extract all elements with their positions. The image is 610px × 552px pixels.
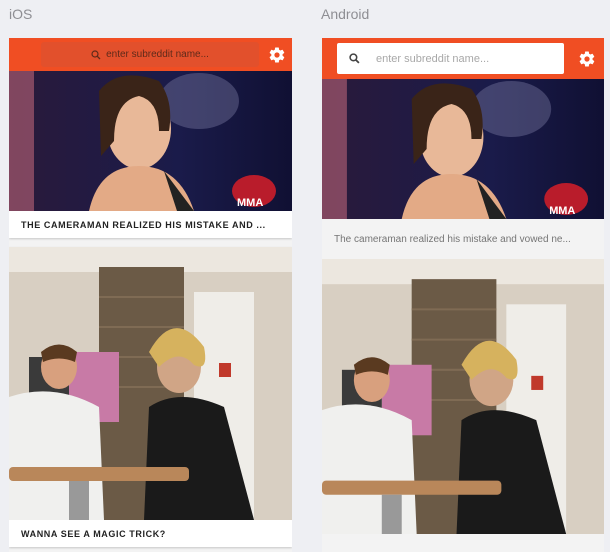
gear-icon — [579, 50, 595, 67]
post-title: WANNA SEE A MAGIC TRICK? — [9, 520, 292, 547]
android-post-card[interactable]: MMA The cameraman realized his mistake a… — [322, 79, 604, 259]
post-title: THE CAMERAMAN REALIZED HIS MISTAKE AND .… — [9, 211, 292, 238]
ios-settings-button[interactable] — [262, 38, 292, 71]
android-app-screen: enter subreddit name... MMA The camerama… — [322, 38, 604, 552]
gear-icon — [269, 46, 285, 63]
post-image[interactable] — [322, 259, 604, 534]
ios-post-card[interactable]: MMA THE CAMERAMAN REALIZED HIS MISTAKE A… — [9, 71, 292, 238]
post-image[interactable]: MMA — [9, 71, 292, 211]
ios-search-field[interactable]: enter subreddit name... — [41, 42, 259, 67]
ios-app-screen: enter subreddit name... MMA THE CAMERAMA… — [9, 38, 292, 552]
search-icon — [91, 49, 101, 59]
ios-search-placeholder: enter subreddit name... — [106, 49, 209, 60]
android-header-bar: enter subreddit name... — [322, 38, 604, 79]
image-watermark: MMA — [549, 205, 575, 217]
android-post-card[interactable] — [322, 259, 604, 534]
post-title: The cameraman realized his mistake and v… — [322, 219, 604, 259]
search-icon — [349, 53, 360, 64]
post-image[interactable] — [9, 247, 292, 520]
image-watermark: MMA — [237, 197, 263, 209]
ios-platform-label: iOS — [9, 6, 33, 22]
android-settings-button[interactable] — [572, 38, 602, 79]
android-platform-label: Android — [321, 6, 370, 22]
post-image[interactable]: MMA — [322, 79, 604, 219]
ios-header-bar: enter subreddit name... — [9, 38, 292, 71]
ios-post-card[interactable]: WANNA SEE A MAGIC TRICK? — [9, 247, 292, 547]
android-search-field[interactable]: enter subreddit name... — [337, 43, 564, 74]
android-search-placeholder: enter subreddit name... — [376, 52, 490, 65]
